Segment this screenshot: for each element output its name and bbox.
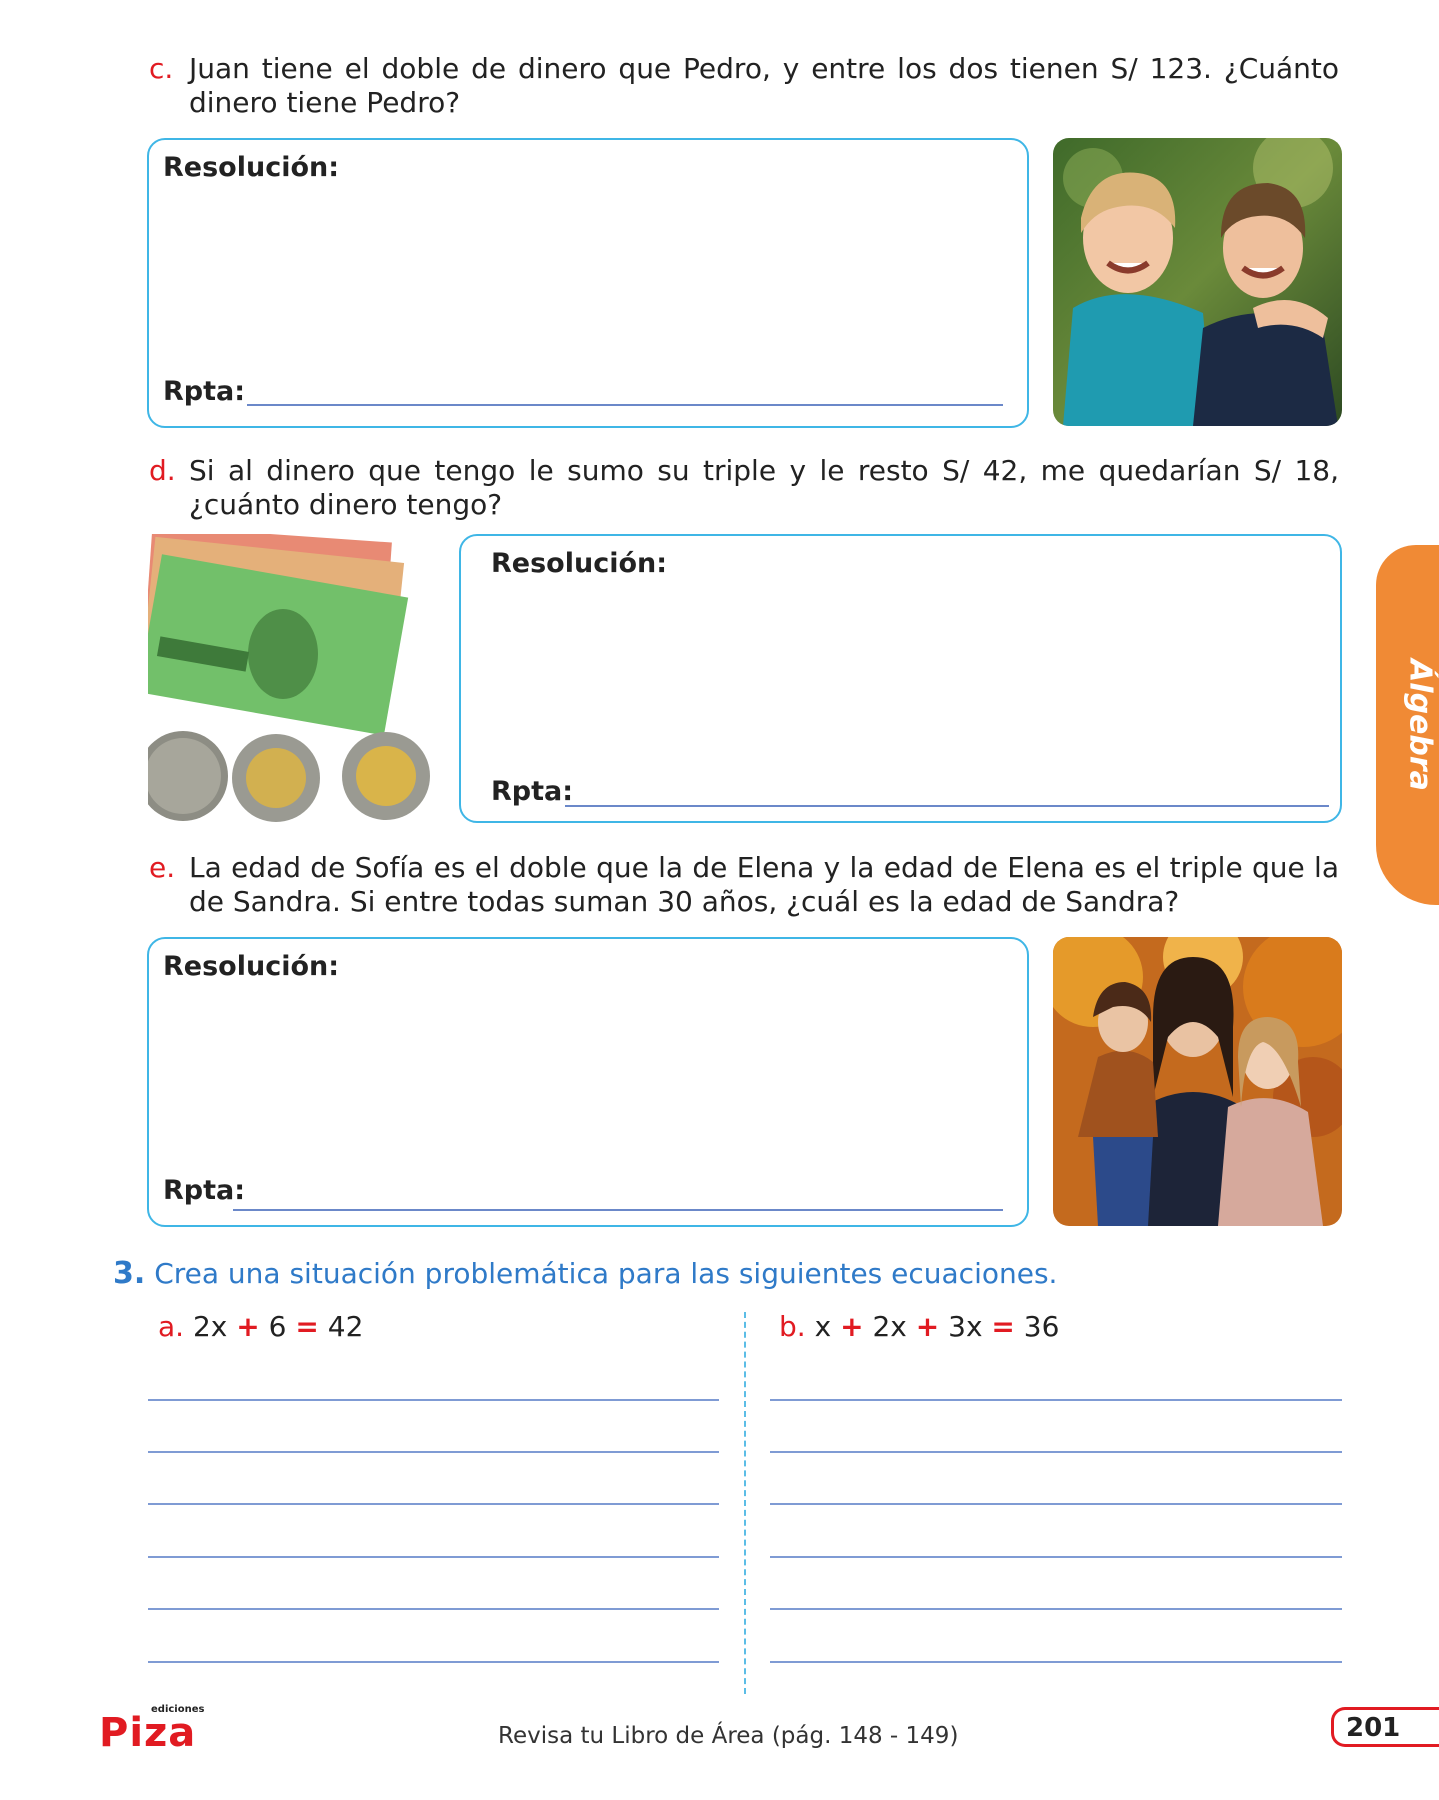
writing-line-a-4[interactable]	[148, 1556, 719, 1558]
writing-line-a-2[interactable]	[148, 1451, 719, 1453]
brand-name: Piza	[99, 1710, 197, 1756]
answer-line[interactable]	[233, 1209, 1003, 1211]
problem-e-text: La edad de Sofía es el doble que la de E…	[189, 851, 1339, 918]
writing-line-a-1[interactable]	[148, 1399, 719, 1401]
writing-line-b-6[interactable]	[770, 1661, 1342, 1663]
answer-label: Rpta:	[491, 776, 574, 807]
section-3-heading: 3. Crea una situación problemática para …	[113, 1256, 1057, 1291]
writing-line-b-2[interactable]	[770, 1451, 1342, 1453]
equation-b-term2: 2x	[872, 1310, 907, 1343]
equation-b-term3: 3x	[948, 1310, 983, 1343]
problem-c: c. Juan tiene el doble de dinero que Ped…	[149, 52, 1339, 120]
equation-a-letter: a.	[158, 1310, 185, 1343]
writing-line-b-4[interactable]	[770, 1556, 1342, 1558]
problem-e-letter: e.	[149, 851, 176, 884]
peruvian-money-photo	[148, 534, 437, 822]
brand-logo: ediciones Piza	[99, 1704, 209, 1756]
page-number-tab: 201	[1331, 1707, 1439, 1747]
footer-note: Revisa tu Libro de Área (pág. 148 - 149)	[498, 1723, 959, 1749]
resolution-label: Resolución:	[163, 152, 340, 183]
resolution-label: Resolución:	[163, 951, 340, 982]
answer-label: Rpta:	[163, 376, 246, 407]
mother-daughters-photo	[1053, 937, 1342, 1226]
writing-line-b-5[interactable]	[770, 1608, 1342, 1610]
resolution-box-e[interactable]: Resolución: Rpta:	[147, 937, 1029, 1227]
equation-a-equals: =	[295, 1310, 319, 1343]
resolution-box-c[interactable]: Resolución: Rpta:	[147, 138, 1029, 428]
side-tab-label: Álgebra	[1402, 659, 1438, 791]
equation-b: b. x + 2x + 3x = 36	[779, 1310, 1059, 1343]
problem-d-text: Si al dinero que tengo le sumo su triple…	[189, 454, 1339, 521]
section-3-number: 3.	[113, 1256, 146, 1291]
writing-line-b-3[interactable]	[770, 1503, 1342, 1505]
equation-b-plus-1: +	[840, 1310, 864, 1343]
equation-b-letter: b.	[779, 1310, 806, 1343]
equation-b-plus-2: +	[915, 1310, 940, 1343]
equation-b-term1: x	[814, 1310, 832, 1343]
column-divider	[744, 1312, 746, 1694]
answer-line[interactable]	[565, 805, 1329, 807]
equation-a-term2: 6	[268, 1310, 287, 1343]
writing-line-a-6[interactable]	[148, 1661, 719, 1663]
problem-e: e. La edad de Sofía es el doble que la d…	[149, 851, 1339, 919]
answer-label: Rpta:	[163, 1175, 246, 1206]
equation-a: a. 2x + 6 = 42	[158, 1310, 363, 1343]
problem-d: d. Si al dinero que tengo le sumo su tri…	[149, 454, 1339, 522]
section-3-title: Crea una situación problemática para las…	[154, 1257, 1058, 1290]
problem-c-letter: c.	[149, 52, 174, 85]
equation-a-plus: +	[236, 1310, 260, 1343]
equation-a-term1: 2x	[192, 1310, 228, 1343]
resolution-box-d[interactable]: Resolución: Rpta:	[459, 534, 1342, 823]
page-number: 201	[1346, 1713, 1401, 1743]
problem-d-letter: d.	[149, 454, 176, 487]
writing-line-a-3[interactable]	[148, 1503, 719, 1505]
two-boys-photo	[1053, 138, 1342, 426]
resolution-label: Resolución:	[491, 548, 668, 579]
equation-a-result: 42	[327, 1310, 364, 1343]
writing-line-a-5[interactable]	[148, 1608, 719, 1610]
equation-b-equals: =	[991, 1310, 1015, 1343]
problem-c-text: Juan tiene el doble de dinero que Pedro,…	[189, 52, 1339, 119]
equation-b-result: 36	[1023, 1310, 1060, 1343]
answer-line[interactable]	[247, 404, 1003, 406]
side-tab-algebra: Álgebra	[1376, 545, 1439, 905]
writing-line-b-1[interactable]	[770, 1399, 1342, 1401]
